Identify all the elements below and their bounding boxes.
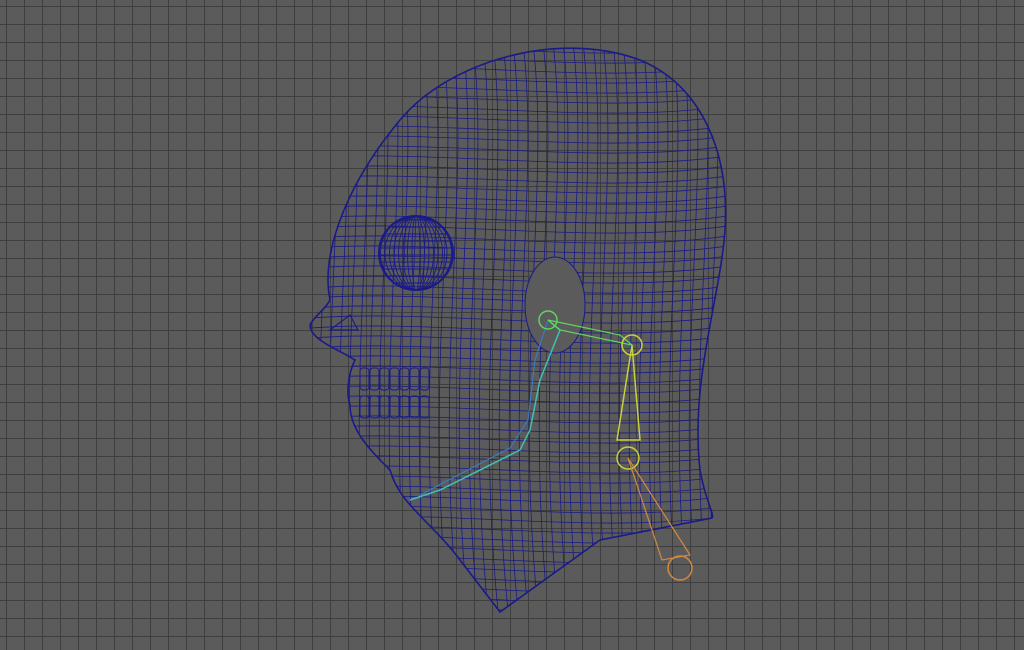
mesh-edge — [729, 20, 740, 630]
tooth — [389, 367, 400, 391]
mesh-edge — [588, 48, 601, 613]
mesh-edge — [310, 433, 726, 444]
mesh-edge — [310, 183, 726, 194]
tooth — [369, 395, 380, 419]
mesh-edge — [678, 48, 691, 613]
mesh-edge — [310, 283, 726, 294]
mesh-edge — [310, 203, 726, 214]
mesh-edge — [328, 48, 341, 613]
tooth — [399, 395, 410, 419]
mesh-edge — [310, 163, 726, 174]
mesh-edge — [638, 48, 651, 613]
mesh-edges — [290, 20, 740, 630]
mesh-edge — [368, 48, 381, 613]
mesh-edge — [718, 48, 726, 613]
mesh-edge — [478, 48, 491, 613]
mesh-edge — [388, 48, 401, 613]
3d-viewport[interactable] — [0, 0, 1024, 650]
mesh-edge — [508, 48, 521, 613]
mesh-edge — [338, 48, 351, 613]
mesh-edge — [310, 153, 726, 164]
mesh-edge — [310, 563, 726, 574]
mesh-edge — [310, 48, 726, 54]
mesh-edge — [310, 343, 726, 354]
mesh-edge — [708, 48, 721, 613]
mesh-edge — [310, 193, 726, 204]
mesh-edge — [378, 48, 391, 613]
mesh-edge — [310, 403, 726, 414]
mesh-edge — [290, 24, 740, 33]
mesh-edge — [310, 493, 726, 504]
mesh-edge — [418, 48, 431, 613]
mesh-edge — [290, 614, 740, 623]
mesh-edge — [310, 413, 726, 424]
mesh-edge — [318, 48, 331, 613]
mesh-edge — [310, 533, 726, 544]
mesh-edge — [698, 48, 711, 613]
mesh-edge — [310, 473, 726, 484]
mesh-edge — [310, 363, 726, 374]
mesh-edge — [290, 34, 740, 43]
mesh-edge — [310, 133, 726, 144]
eyeball-edges — [379, 216, 453, 290]
teeth[interactable] — [359, 367, 430, 419]
tooth — [359, 367, 370, 391]
mesh-edge — [310, 513, 726, 524]
mesh-edge — [310, 453, 726, 464]
nostril — [328, 314, 359, 331]
wireframe-scene[interactable] — [0, 0, 1024, 650]
mesh-edge — [310, 353, 726, 364]
mesh-edge — [310, 543, 726, 554]
head-mesh[interactable] — [290, 20, 740, 630]
mesh-edge — [310, 143, 726, 154]
eyeball[interactable] — [376, 215, 456, 291]
mesh-edge — [310, 123, 726, 134]
mesh-edge — [310, 253, 726, 264]
mesh-edge — [618, 48, 631, 613]
mesh-edge — [498, 48, 511, 613]
mesh-edge — [310, 313, 726, 324]
mesh-edge — [310, 603, 726, 613]
mesh-edge — [310, 273, 726, 284]
tooth — [379, 367, 390, 391]
tooth — [359, 395, 370, 419]
ear-opening — [524, 256, 586, 354]
mesh-edge — [310, 73, 726, 84]
mesh-edge — [310, 83, 726, 94]
tooth — [379, 395, 390, 419]
mesh-edge — [310, 393, 726, 404]
mesh-edge — [310, 383, 726, 394]
mesh-edge — [358, 48, 371, 613]
mesh-edge — [488, 48, 501, 613]
mesh-edge — [348, 48, 361, 613]
tooth — [369, 367, 380, 391]
mesh-edge — [628, 48, 641, 613]
mesh-edge — [688, 48, 701, 613]
mesh-edge — [408, 48, 421, 613]
neck-joint-chain[interactable] — [616, 334, 693, 581]
mesh-edge — [310, 103, 726, 114]
mesh-edge — [310, 93, 726, 104]
mesh-edge — [310, 213, 726, 224]
mesh-edge — [310, 503, 726, 514]
mesh-edge — [310, 113, 726, 124]
mesh-edge — [310, 463, 726, 474]
neck-joint-base[interactable] — [667, 555, 693, 581]
tooth — [389, 395, 400, 419]
mesh-edge — [310, 483, 726, 494]
mesh-edge — [428, 48, 441, 613]
mesh-edge — [310, 373, 726, 384]
mesh-edge — [310, 333, 726, 344]
mesh-edge — [310, 583, 726, 594]
mesh-edge — [310, 263, 726, 274]
mesh-edge — [310, 48, 311, 613]
